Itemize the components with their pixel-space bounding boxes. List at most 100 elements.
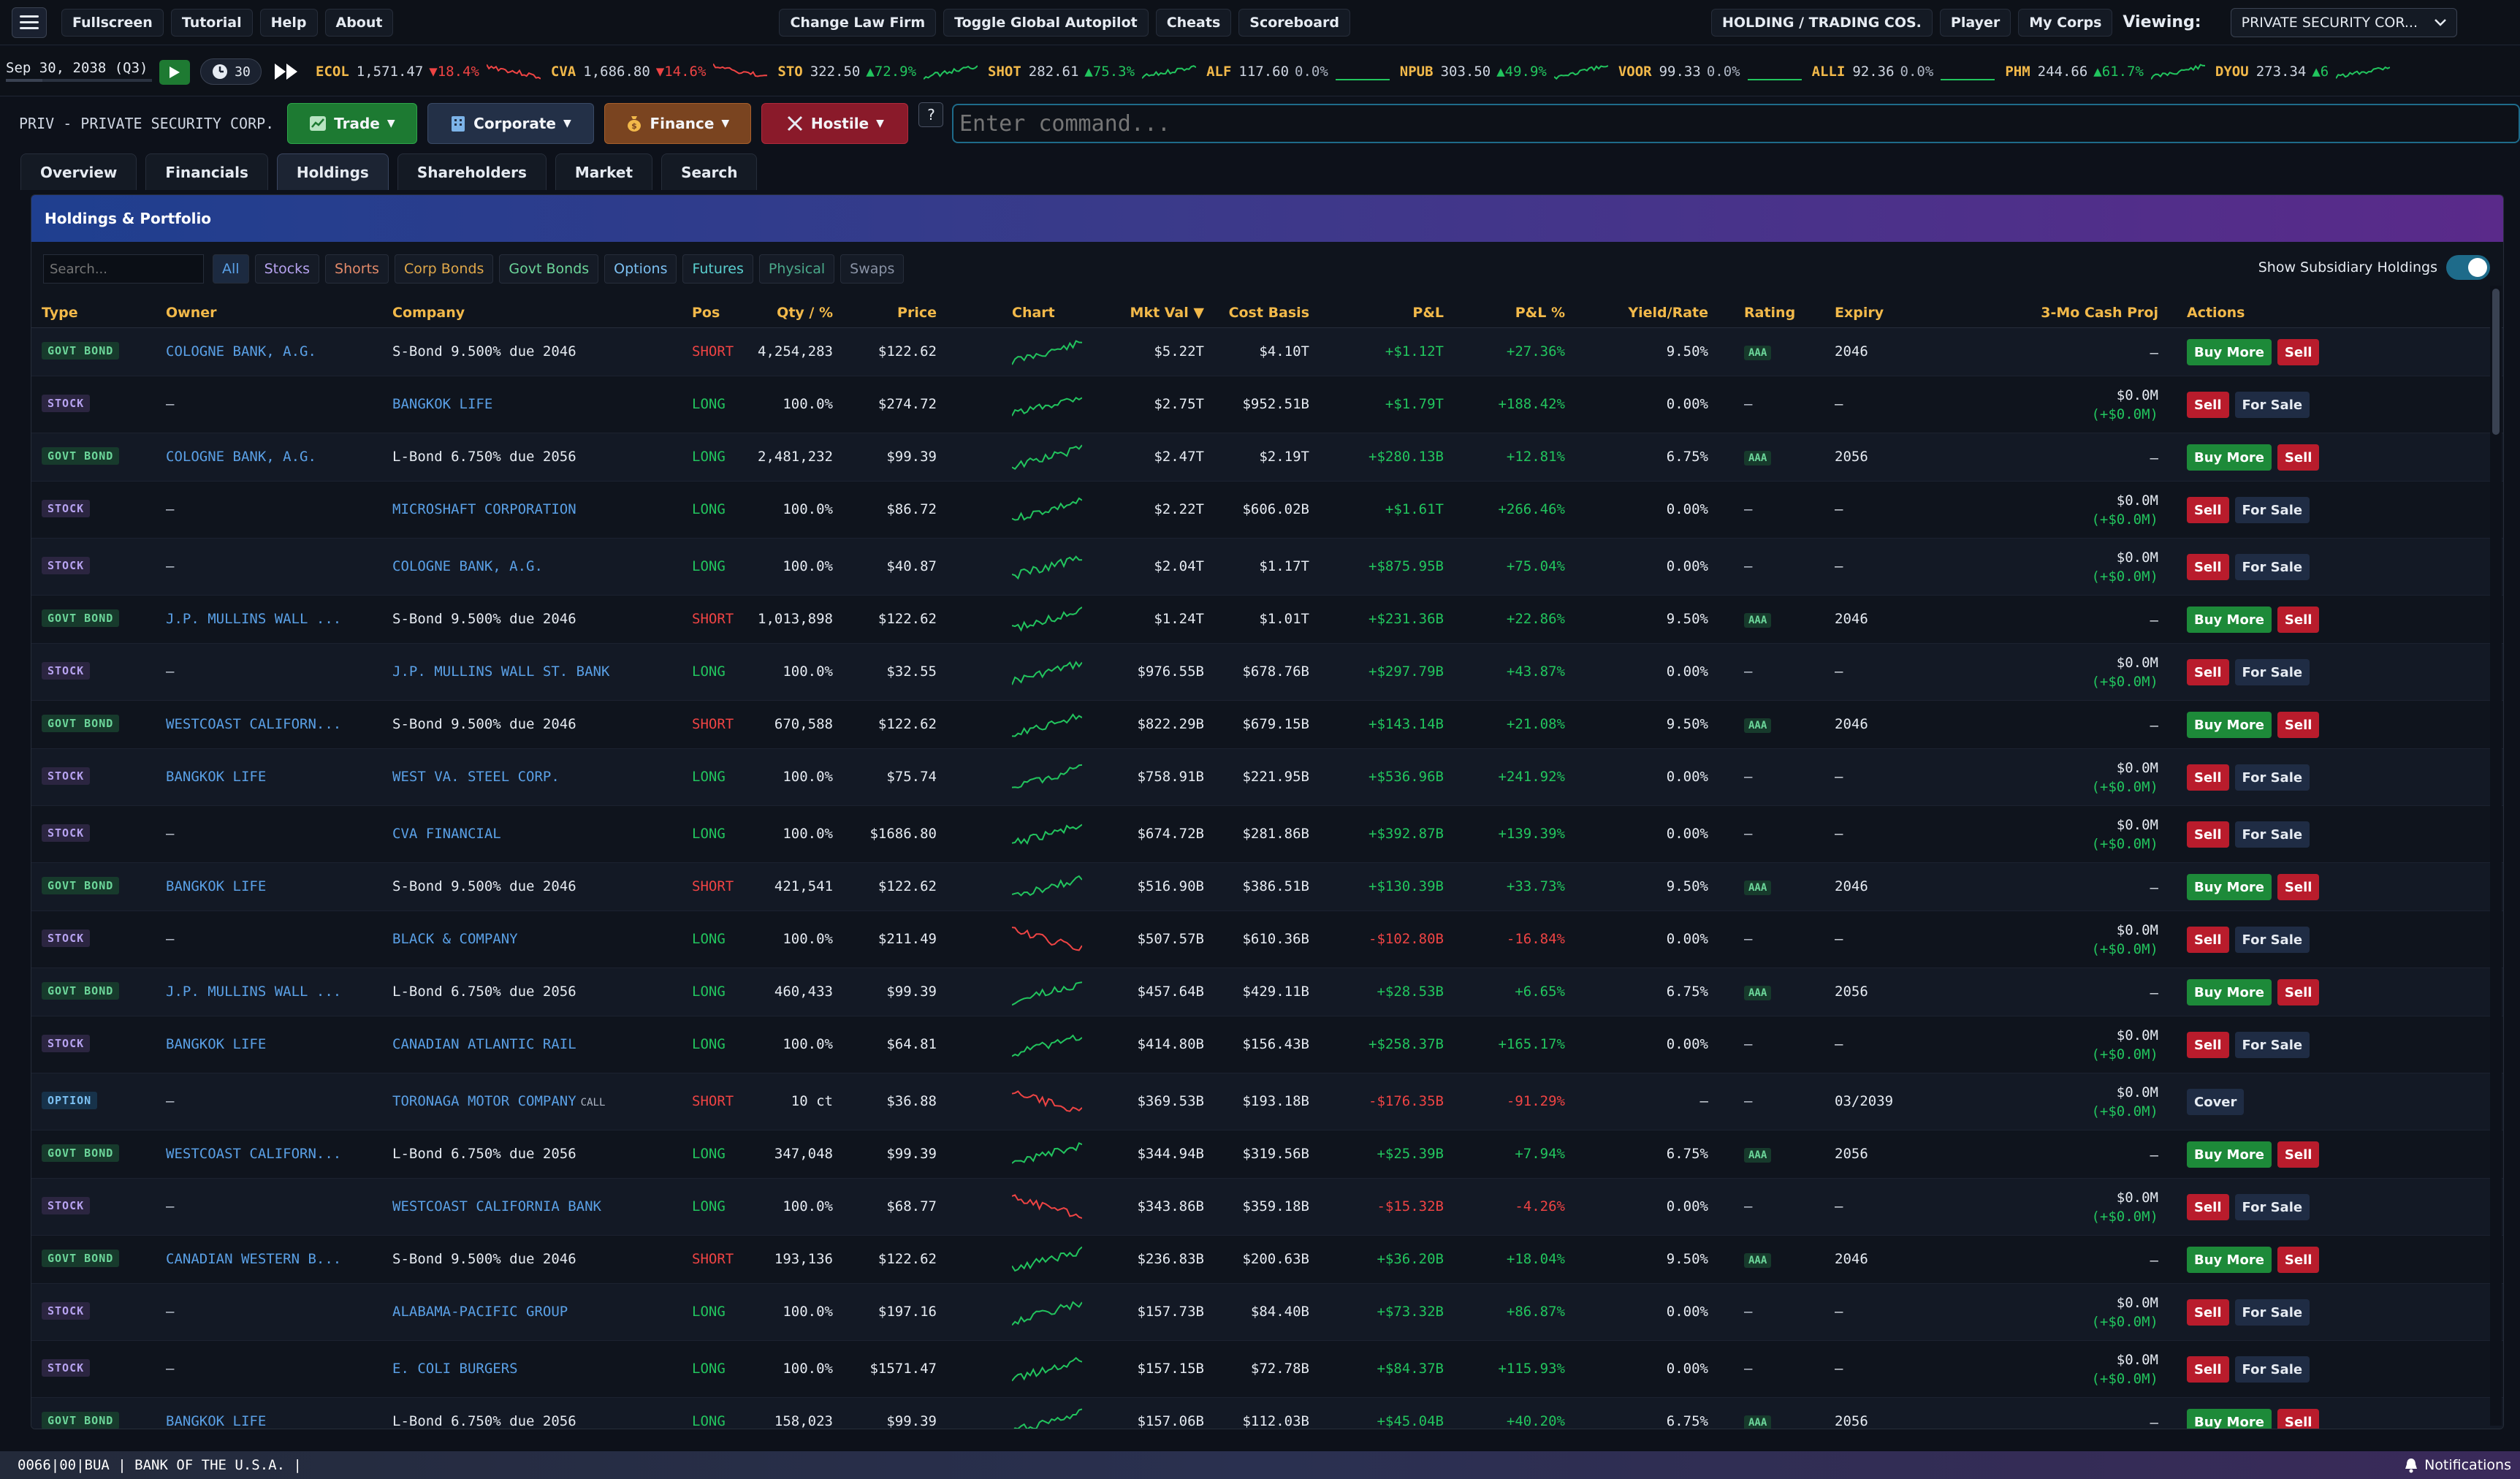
owner-link[interactable]: CANADIAN WESTERN B... <box>166 1251 341 1267</box>
buy-more-button[interactable]: Buy More <box>2187 1247 2272 1273</box>
trade-button[interactable]: Trade ▼ <box>287 103 417 144</box>
sell-button[interactable]: Sell <box>2187 659 2229 685</box>
sell-button[interactable]: Sell <box>2277 1141 2320 1168</box>
col-type[interactable]: Type <box>42 305 78 321</box>
scoreboard-button[interactable]: Scoreboard <box>1238 8 1350 37</box>
company-link[interactable]: WESTCOAST CALIFORNIA BANK <box>392 1198 601 1214</box>
sell-button[interactable]: Sell <box>2187 497 2229 523</box>
sell-button[interactable]: Sell <box>2187 1194 2229 1220</box>
owner-link[interactable]: COLOGNE BANK, A.G. <box>166 343 316 360</box>
col-qty[interactable]: Qty / % <box>777 305 833 321</box>
filter-futures[interactable]: Futures <box>682 254 753 284</box>
buy-more-button[interactable]: Buy More <box>2187 874 2272 900</box>
tab-holdings[interactable]: Holdings <box>276 153 389 190</box>
tab-overview[interactable]: Overview <box>20 153 137 190</box>
buy-more-button[interactable]: Buy More <box>2187 712 2272 738</box>
owner-link[interactable]: BANGKOK LIFE <box>166 1036 266 1052</box>
for-sale-button[interactable]: For Sale <box>2234 821 2310 848</box>
subsidiary-toggle[interactable] <box>2446 255 2490 280</box>
sell-button[interactable]: Sell <box>2277 1409 2320 1429</box>
about-button[interactable]: About <box>324 8 394 37</box>
col-company[interactable]: Company <box>392 305 465 321</box>
owner-link[interactable]: WESTCOAST CALIFORN... <box>166 716 341 732</box>
buy-more-button[interactable]: Buy More <box>2187 339 2272 365</box>
tab-shareholders[interactable]: Shareholders <box>397 153 547 190</box>
filter-govt-bonds[interactable]: Govt Bonds <box>499 254 599 284</box>
filter-stocks[interactable]: Stocks <box>254 254 320 284</box>
help-button[interactable]: Help <box>259 8 318 37</box>
play-button[interactable] <box>159 60 190 85</box>
table-scrollbar[interactable] <box>2490 286 2502 1426</box>
company-link[interactable]: COLOGNE BANK, A.G. <box>392 558 543 574</box>
filter-options[interactable]: Options <box>604 254 677 284</box>
sell-button[interactable]: Sell <box>2187 392 2229 418</box>
col-owner[interactable]: Owner <box>166 305 217 321</box>
for-sale-button[interactable]: For Sale <box>2234 1032 2310 1058</box>
company-link[interactable]: ALABAMA-PACIFIC GROUP <box>392 1304 568 1320</box>
my-corps-button[interactable]: My Corps <box>2018 8 2113 37</box>
owner-link[interactable]: J.P. MULLINS WALL ... <box>166 984 341 1000</box>
ticker-item[interactable]: DYOU 273.34 ▲6 <box>2215 61 2391 83</box>
sell-button[interactable]: Sell <box>2187 1032 2229 1058</box>
sell-button[interactable]: Sell <box>2277 1247 2320 1273</box>
col-mkt-val[interactable]: Mkt Val ▼ <box>1130 305 1204 321</box>
sell-button[interactable]: Sell <box>2187 927 2229 953</box>
ticker-item[interactable]: NPUB 303.50 ▲49.9% <box>1400 61 1608 83</box>
col-rating[interactable]: Rating <box>1744 305 1795 321</box>
buy-more-button[interactable]: Buy More <box>2187 1409 2272 1429</box>
buy-more-button[interactable]: Buy More <box>2187 607 2272 633</box>
company-link[interactable]: BLACK & COMPANY <box>392 931 518 947</box>
filter-swaps[interactable]: Swaps <box>840 254 905 284</box>
command-input[interactable] <box>951 104 2520 143</box>
owner-link[interactable]: J.P. MULLINS WALL ... <box>166 611 341 627</box>
ticker-item[interactable]: CVA 1,686.80 ▼14.6% <box>551 61 768 83</box>
ticker-item[interactable]: ALF 117.60 0.0% <box>1206 61 1390 83</box>
buy-more-button[interactable]: Buy More <box>2187 444 2272 471</box>
company-link[interactable]: J.P. MULLINS WALL ST. BANK <box>392 664 609 680</box>
owner-link[interactable]: BANGKOK LIFE <box>166 769 266 785</box>
holdings-search-input[interactable] <box>43 254 204 284</box>
sell-button[interactable]: Sell <box>2187 1356 2229 1383</box>
command-help-button[interactable]: ? <box>918 102 943 127</box>
cover-button[interactable]: Cover <box>2187 1089 2245 1115</box>
company-link[interactable]: TORONAGA MOTOR COMPANY <box>392 1093 576 1109</box>
sell-button[interactable]: Sell <box>2187 764 2229 791</box>
sell-button[interactable]: Sell <box>2277 979 2320 1005</box>
corporate-button[interactable]: Corporate ▼ <box>427 103 595 144</box>
owner-link[interactable]: BANGKOK LIFE <box>166 878 266 894</box>
hostile-button[interactable]: Hostile ▼ <box>761 103 909 144</box>
for-sale-button[interactable]: For Sale <box>2234 659 2310 685</box>
buy-more-button[interactable]: Buy More <box>2187 1141 2272 1168</box>
company-link[interactable]: BANGKOK LIFE <box>392 396 492 412</box>
filter-physical[interactable]: Physical <box>758 254 835 284</box>
for-sale-button[interactable]: For Sale <box>2234 1299 2310 1326</box>
ticker-item[interactable]: VOOR 99.33 0.0% <box>1618 61 1802 83</box>
sell-button[interactable]: Sell <box>2187 821 2229 848</box>
sell-button[interactable]: Sell <box>2277 607 2320 633</box>
sell-button[interactable]: Sell <box>2277 339 2320 365</box>
col-cash-proj[interactable]: 3-Mo Cash Proj <box>2041 305 2158 321</box>
owner-link[interactable]: BANGKOK LIFE <box>166 1413 266 1429</box>
notifications-button[interactable]: Notifications <box>2395 1451 2520 1479</box>
for-sale-button[interactable]: For Sale <box>2234 554 2310 580</box>
ticker-item[interactable]: ALLI 92.36 0.0% <box>1812 61 1995 83</box>
sell-button[interactable]: Sell <box>2277 444 2320 471</box>
for-sale-button[interactable]: For Sale <box>2234 927 2310 953</box>
company-link[interactable]: CVA FINANCIAL <box>392 826 501 842</box>
company-link[interactable]: E. COLI BURGERS <box>392 1361 518 1377</box>
col-pl[interactable]: P&L <box>1412 305 1444 321</box>
col-pos[interactable]: Pos <box>692 305 720 321</box>
ticker-item[interactable]: PHM 244.66 ▲61.7% <box>2005 61 2205 83</box>
col-cost-basis[interactable]: Cost Basis <box>1229 305 1309 321</box>
ticker-item[interactable]: SHOT 282.61 ▲75.3% <box>988 61 1197 83</box>
filter-all[interactable]: All <box>213 254 249 284</box>
sell-button[interactable]: Sell <box>2187 1299 2229 1326</box>
sell-button[interactable]: Sell <box>2187 554 2229 580</box>
buy-more-button[interactable]: Buy More <box>2187 979 2272 1005</box>
for-sale-button[interactable]: For Sale <box>2234 497 2310 523</box>
col-price[interactable]: Price <box>897 305 937 321</box>
tutorial-button[interactable]: Tutorial <box>170 8 253 37</box>
change-law-firm-button[interactable]: Change Law Firm <box>779 8 937 37</box>
menu-icon[interactable] <box>12 7 47 38</box>
for-sale-button[interactable]: For Sale <box>2234 1356 2310 1383</box>
